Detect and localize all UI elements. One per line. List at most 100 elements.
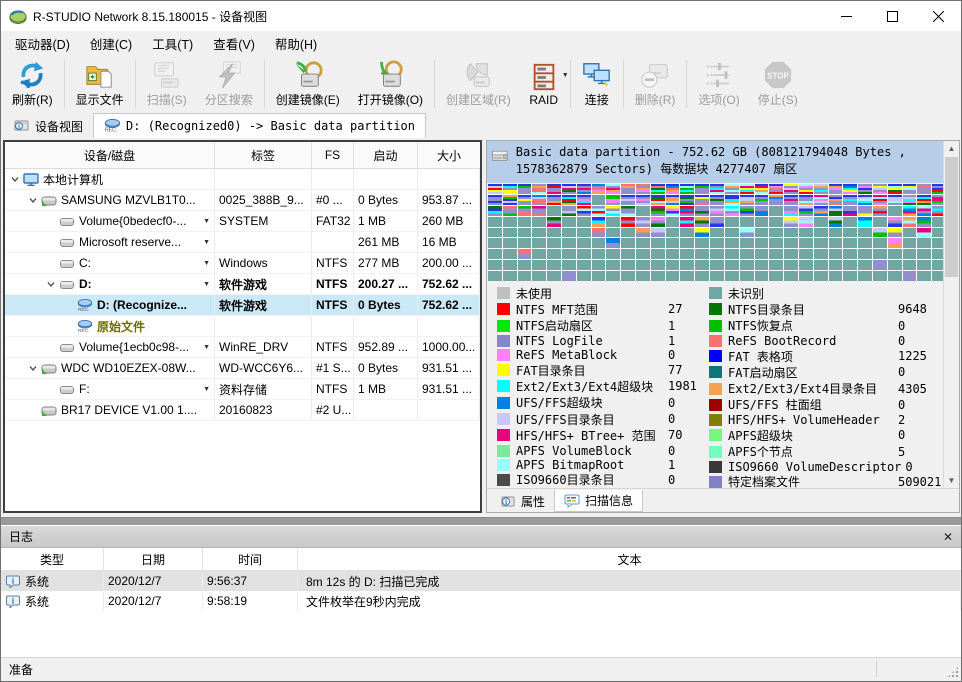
device-name: SAMSUNG MZVLB1T0...: [61, 193, 196, 207]
device-row-3[interactable]: Microsoft reserve...▼261 MB16 MB: [5, 232, 480, 253]
log-column-date[interactable]: 日期: [104, 548, 203, 570]
scan-map-cell: [755, 271, 769, 281]
chevron-down-icon[interactable]: [9, 173, 21, 185]
minimize-button[interactable]: [823, 1, 869, 31]
scan-map-cell: [843, 249, 857, 259]
legend-label: HFS/HFS+ VolumeHeader: [728, 413, 898, 427]
open-image-button[interactable]: 打开镜像(O): [349, 56, 432, 112]
log-row-0[interactable]: i系统2020/12/79:56:378m 12s 的 D: 扫描已完成: [1, 571, 961, 591]
scan-map-cell: [562, 228, 576, 238]
close-button[interactable]: [915, 1, 961, 31]
device-size-cell: 1000.00...: [418, 337, 480, 357]
device-row-6[interactable]: REC.D: (Recognize...软件游戏NTFS0 Bytes752.6…: [5, 295, 480, 316]
log-row-1[interactable]: i系统2020/12/79:58:19文件枚举在9秒内完成: [1, 591, 961, 611]
scan-map-cell: [695, 184, 709, 194]
mount-dropdown-icon[interactable]: ▼: [203, 386, 212, 393]
scan-map-cell: [488, 271, 502, 281]
log-column-text[interactable]: 文本: [298, 548, 961, 570]
chevron-down-icon[interactable]: [27, 194, 39, 206]
mount-dropdown-icon[interactable]: ▼: [203, 260, 212, 267]
device-fs-cell: NTFS: [312, 337, 354, 357]
chevron-down-icon[interactable]: [27, 362, 39, 374]
scroll-down-icon[interactable]: ▼: [944, 473, 959, 488]
tab-recognized-partition[interactable]: REC. D: (Recognized0) -> Basic data part…: [93, 113, 426, 138]
legend-value: 1981: [668, 379, 697, 393]
device-fs-cell: #1 S...: [312, 358, 354, 378]
legend-label: ReFS MetaBlock: [516, 348, 668, 362]
scan-map-cell: [873, 238, 887, 248]
scrollbar-thumb[interactable]: [945, 157, 958, 277]
show-files-button[interactable]: 显示文件: [67, 56, 133, 112]
device-row-1[interactable]: SAMSUNG MZVLB1T0...0025_388B_9...#0 ...0…: [5, 190, 480, 211]
legend-item: NTFS LogFile1: [497, 334, 709, 348]
menu-item-1[interactable]: 创建(C): [80, 30, 142, 57]
refresh-button[interactable]: 刷新(R): [3, 56, 62, 112]
device-row-0[interactable]: 本地计算机: [5, 169, 480, 190]
column-header-label[interactable]: 标签: [215, 142, 312, 168]
tab-properties[interactable]: i 属性: [491, 491, 554, 512]
menu-item-2[interactable]: 工具(T): [142, 30, 203, 57]
partition-search-icon: [214, 60, 244, 90]
resize-grip[interactable]: [947, 666, 959, 678]
mount-dropdown-icon[interactable]: ▼: [203, 239, 212, 246]
device-row-5[interactable]: D:▼软件游戏NTFS200.27 ...752.62 ...: [5, 274, 480, 295]
delete-button: 删除(R): [626, 56, 685, 112]
connect-button[interactable]: 连接: [573, 56, 621, 112]
horizontal-splitter[interactable]: [1, 517, 961, 526]
computer-icon: [23, 173, 39, 186]
mount-dropdown-icon[interactable]: ▼: [203, 344, 212, 351]
device-row-2[interactable]: Volume{0bedecf0-...▼SYSTEMFAT321 MB260 M…: [5, 211, 480, 232]
scan-map-cell: [666, 195, 680, 205]
scan-header-text: Basic data partition - 752.62 GB (808121…: [516, 144, 940, 178]
scan-map-cell: [532, 238, 546, 248]
tab-scan-info[interactable]: 扫描信息: [554, 490, 643, 512]
scan-scrollbar[interactable]: ▲ ▼: [943, 141, 959, 488]
scan-map-cell: [740, 206, 754, 216]
device-row-9[interactable]: WDC WD10EZEX-08W...WD-WCC6Y6...#1 S...0 …: [5, 358, 480, 379]
menu-item-4[interactable]: 帮助(H): [265, 30, 327, 57]
scan-map-cell: [755, 184, 769, 194]
raid-dropdown-icon[interactable]: ▼: [562, 72, 569, 79]
menu-item-0[interactable]: 驱动器(D): [5, 30, 80, 57]
toolbar-button-label: 打开镜像(O): [358, 91, 423, 108]
scan-map-cell: [680, 217, 694, 227]
device-row-11[interactable]: BR17 DEVICE V1.00 1....20160823#2 U...: [5, 400, 480, 421]
legend-swatch: [709, 335, 722, 347]
scan-map-cell: [858, 271, 872, 281]
scan-map-cell: [903, 238, 917, 248]
device-size-cell: [418, 316, 480, 336]
tree-spacer: [27, 404, 39, 416]
column-header-boot[interactable]: 启动: [354, 142, 418, 168]
raid-button[interactable]: ▼RAID: [520, 56, 568, 112]
chevron-down-icon[interactable]: [45, 278, 57, 290]
tab-device-view[interactable]: i 设备视图: [3, 114, 93, 138]
legend-label: FAT 表格项: [728, 348, 898, 365]
legend-label: NTFS启动扇区: [516, 317, 668, 334]
scan-map-cell: [917, 271, 931, 281]
device-row-8[interactable]: Volume{1ecb0c98-...▼WinRE_DRVNTFS952.89 …: [5, 337, 480, 358]
log-column-time[interactable]: 时间: [203, 548, 298, 570]
scroll-up-icon[interactable]: ▲: [944, 141, 959, 156]
mount-dropdown-icon[interactable]: ▼: [203, 218, 212, 225]
tree-spacer: [45, 215, 57, 227]
maximize-button[interactable]: [869, 1, 915, 31]
scan-block-map[interactable]: [488, 184, 946, 281]
create-image-button[interactable]: 创建镜像(E): [267, 56, 349, 112]
column-header-device[interactable]: 设备/磁盘: [5, 142, 215, 168]
scan-map-cell: [592, 260, 606, 270]
log-close-icon[interactable]: ✕: [943, 530, 953, 544]
column-header-size[interactable]: 大小: [418, 142, 480, 168]
stop-icon: STOP: [763, 60, 793, 90]
tree-spacer: [45, 236, 57, 248]
menu-item-3[interactable]: 查看(V): [203, 30, 265, 57]
mount-dropdown-icon[interactable]: ▼: [203, 281, 212, 288]
device-row-7[interactable]: REC.原始文件: [5, 316, 480, 337]
scan-map-cell: [843, 228, 857, 238]
scan-map-cell: [562, 195, 576, 205]
tab-device-view-label: 设备视图: [35, 118, 83, 135]
log-column-type[interactable]: 类型: [1, 548, 104, 570]
column-header-fs[interactable]: FS: [312, 142, 354, 168]
open-image-icon: [375, 60, 405, 90]
device-row-4[interactable]: C:▼WindowsNTFS277 MB200.00 ...: [5, 253, 480, 274]
device-row-10[interactable]: F:▼资料存储NTFS1 MB931.51 ...: [5, 379, 480, 400]
